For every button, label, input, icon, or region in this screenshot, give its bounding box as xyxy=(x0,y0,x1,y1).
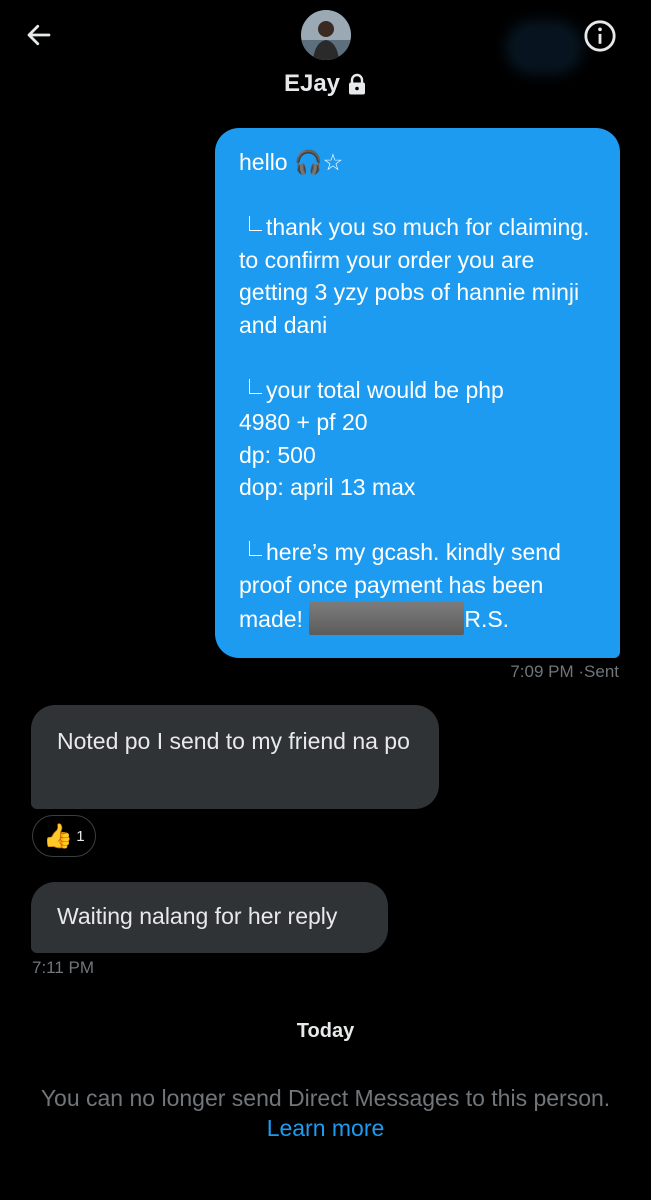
redaction-box xyxy=(309,601,465,635)
reply-hook-icon xyxy=(249,378,262,394)
message-line: made! R.S. xyxy=(239,601,596,636)
message-line: your total would be php xyxy=(239,374,596,407)
info-circle-icon xyxy=(584,20,616,52)
lock-icon xyxy=(347,73,367,95)
avatar[interactable] xyxy=(301,10,351,60)
sent-message-bubble[interactable]: hello 🎧☆ thank you so much for claiming.… xyxy=(215,128,620,658)
message-line: proof once payment has been xyxy=(239,571,544,598)
avatar-image xyxy=(301,10,351,60)
message-status: ·Sent xyxy=(578,662,619,681)
message-time: 7:09 PM xyxy=(510,662,574,681)
arrow-left-icon xyxy=(27,24,51,46)
message-line: here’s my gcash. kindly send xyxy=(239,536,596,569)
conversation-name: EJay xyxy=(283,70,341,97)
conversation-header[interactable]: EJay xyxy=(0,70,651,98)
message-line: hello 🎧☆ xyxy=(239,149,344,175)
received-message-bubble[interactable]: Waiting nalang for her reply xyxy=(31,882,388,953)
received-message-time: 7:11 PM xyxy=(32,958,95,977)
message-line: dop: april 13 max xyxy=(239,474,416,500)
received-message-bubble[interactable]: Noted po I send to my friend na po xyxy=(31,705,439,809)
message-line: 4980 + pf 20 xyxy=(239,409,368,435)
reaction-badge[interactable]: 👍 1 xyxy=(32,815,96,857)
reply-hook-icon xyxy=(249,541,262,556)
thumbs-up-icon: 👍 xyxy=(43,822,74,850)
info-button[interactable] xyxy=(580,16,620,56)
dm-restriction-notice: You can no longer send Direct Messages t… xyxy=(40,1085,611,1111)
day-divider: Today xyxy=(296,1020,355,1042)
back-button[interactable] xyxy=(22,18,56,52)
message-text: Waiting nalang for her reply xyxy=(57,903,338,929)
message-line: dp: 500 xyxy=(239,441,316,468)
message-paragraph: thank you so much for claiming. to confi… xyxy=(239,214,590,338)
learn-more-link[interactable]: Learn more xyxy=(0,1115,651,1142)
message-text: Noted po I send to my friend na po xyxy=(57,728,410,754)
reaction-count: 1 xyxy=(76,827,85,845)
blurred-area xyxy=(505,20,583,75)
reply-hook-icon xyxy=(249,216,262,231)
sent-message-meta: 7:09 PM ·Sent xyxy=(510,662,619,682)
